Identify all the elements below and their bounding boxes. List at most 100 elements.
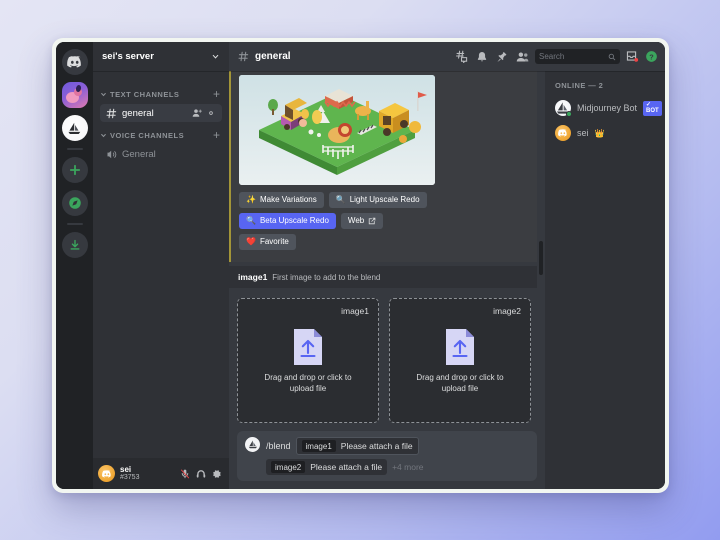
members-icon[interactable] xyxy=(516,51,529,63)
category-collapse-icon xyxy=(100,91,107,98)
category-label-2: Voice Channels xyxy=(110,131,210,140)
make-variations-label: Make Variations xyxy=(260,196,317,204)
server-rail xyxy=(56,42,93,489)
option-description: First image to add to the blend xyxy=(272,273,380,282)
web-link-button[interactable]: Web xyxy=(341,213,383,229)
chevron-down-icon xyxy=(211,52,220,61)
dropzone-image1[interactable]: image1 Drag and drop or click to upload … xyxy=(237,298,379,423)
server-name: sei's server xyxy=(102,51,211,62)
command-chip-image2[interactable]: image2 Please attach a file xyxy=(266,459,387,475)
bell-icon[interactable] xyxy=(476,51,488,63)
isometric-circus-artwork xyxy=(239,75,435,185)
slash-command-name: /blend xyxy=(266,441,291,451)
sidebar-item-voice-general[interactable]: General xyxy=(100,145,222,163)
invite-person-icon xyxy=(192,108,202,118)
download-apps-button[interactable] xyxy=(62,232,88,258)
beta-upscale-redo-button[interactable]: 🔍 Beta Upscale Redo xyxy=(239,213,336,229)
file-upload-icon xyxy=(292,327,324,367)
help-icon[interactable]: ? xyxy=(645,50,658,63)
headphones-icon xyxy=(196,469,206,479)
user-panel-actions xyxy=(180,469,224,479)
upload-dropzones: image1 Drag and drop or click to upload … xyxy=(229,288,537,426)
category-label: Text Channels xyxy=(110,90,210,99)
composer-wrapper: /blend image1 Please attach a file image… xyxy=(229,426,545,489)
server-rail-item-midjourney[interactable] xyxy=(62,115,88,141)
search-input[interactable]: Search xyxy=(535,49,620,64)
members-sidebar: Online — 2 Midjourney Bot ✓ BOT xyxy=(545,71,665,489)
pin-icon[interactable] xyxy=(496,51,508,63)
threads-icon[interactable] xyxy=(455,50,468,63)
add-voice-channel-button[interactable]: + xyxy=(213,129,220,141)
channel-name-voice: General xyxy=(122,149,216,160)
search-placeholder: Search xyxy=(539,52,605,61)
messages-scroll-area[interactable]: ✨ Make Variations 🔍 Light Upscale Redo xyxy=(229,71,545,426)
option-name: image1 xyxy=(238,272,267,282)
channel-list: Text Channels + general xyxy=(93,71,229,458)
page-title: general xyxy=(255,51,449,62)
more-options-count[interactable]: +4 more xyxy=(392,462,423,472)
dropzone-caption-image1: Drag and drop or click to upload file xyxy=(262,373,354,395)
external-link-icon xyxy=(368,217,376,225)
file-upload-icon-2 xyxy=(444,327,476,367)
crown-icon: 👑 xyxy=(595,129,605,138)
explore-servers-button[interactable] xyxy=(62,190,88,216)
member-midjourney-bot[interactable]: Midjourney Bot ✓ BOT xyxy=(553,97,657,119)
favorite-label: Favorite xyxy=(260,238,289,246)
generated-image[interactable] xyxy=(239,75,435,185)
web-label: Web xyxy=(348,217,364,225)
channel-name: general xyxy=(122,108,187,119)
light-upscale-redo-button[interactable]: 🔍 Light Upscale Redo xyxy=(329,192,427,208)
status-badge: ✓ BOT xyxy=(643,101,662,116)
chip-key-image2: image2 xyxy=(271,461,305,473)
inbox-icon[interactable] xyxy=(626,50,639,63)
command-option-hint: image1 First image to add to the blend xyxy=(229,266,537,288)
server-rail-item-discord-home[interactable] xyxy=(62,49,88,75)
make-variations-button[interactable]: ✨ Make Variations xyxy=(239,192,324,208)
server-rail-item-seis-server[interactable] xyxy=(62,82,88,108)
browser-window-frame: sei's server Text Channels + xyxy=(52,38,669,493)
category-voice-channels[interactable]: Voice Channels + xyxy=(93,126,229,144)
composer-body[interactable]: /blend image1 Please attach a file image… xyxy=(266,437,529,475)
composer-bot-avatar xyxy=(245,437,260,452)
message-composer[interactable]: /blend image1 Please attach a file image… xyxy=(237,431,537,481)
avatar-sei xyxy=(555,125,571,141)
content-split: ✨ Make Variations 🔍 Light Upscale Redo xyxy=(229,71,665,489)
embed-button-row-2: 🔍 Beta Upscale Redo Web xyxy=(239,213,529,229)
top-bar: general xyxy=(229,42,665,71)
download-icon xyxy=(69,239,81,251)
dropzone-tag-image1: image1 xyxy=(341,306,369,316)
chip-value-image2: Please attach a file xyxy=(310,462,382,472)
sailboat-icon-small xyxy=(248,440,258,449)
top-bar-icons xyxy=(455,50,529,63)
favorite-button[interactable]: ❤️ Favorite xyxy=(239,234,296,250)
member-name-sei: sei xyxy=(577,128,589,138)
avatar[interactable] xyxy=(98,465,115,482)
discord-avatar-icon-member xyxy=(558,129,568,137)
messages-column: ✨ Make Variations 🔍 Light Upscale Redo xyxy=(229,71,545,489)
scrollbar-track[interactable] xyxy=(539,71,543,426)
plus-icon xyxy=(69,164,81,176)
dropzone-image2[interactable]: image2 Drag and drop or click to upload … xyxy=(389,298,531,423)
dropzone-caption-image2: Drag and drop or click to upload file xyxy=(414,373,506,395)
chip-key-image1: image1 xyxy=(302,440,336,452)
embed-button-row-1: ✨ Make Variations 🔍 Light Upscale Redo xyxy=(239,192,529,208)
midjourney-embed: ✨ Make Variations 🔍 Light Upscale Redo xyxy=(229,71,537,262)
category-text-channels[interactable]: Text Channels + xyxy=(93,85,229,103)
settings-gear-icon xyxy=(206,108,216,118)
sidebar-item-general[interactable]: general xyxy=(100,104,222,122)
member-name-midjourney-bot: Midjourney Bot xyxy=(577,103,637,113)
add-text-channel-button[interactable]: + xyxy=(213,88,220,100)
search-icon xyxy=(608,53,616,61)
channel-sidebar: sei's server Text Channels + xyxy=(93,42,229,489)
mic-muted-icon xyxy=(180,469,190,479)
avatar-midjourney-bot xyxy=(555,100,571,116)
server-header[interactable]: sei's server xyxy=(93,42,229,71)
member-sei[interactable]: sei 👑 xyxy=(553,122,657,144)
scrollbar-thumb[interactable] xyxy=(539,241,543,275)
rail-divider-2 xyxy=(67,223,83,225)
add-server-button[interactable] xyxy=(62,157,88,183)
channel-hover-actions xyxy=(192,108,216,118)
hash-icon-title xyxy=(238,51,249,62)
sailboat-icon xyxy=(67,122,82,135)
command-chip-image1[interactable]: image1 Please attach a file xyxy=(296,437,419,455)
